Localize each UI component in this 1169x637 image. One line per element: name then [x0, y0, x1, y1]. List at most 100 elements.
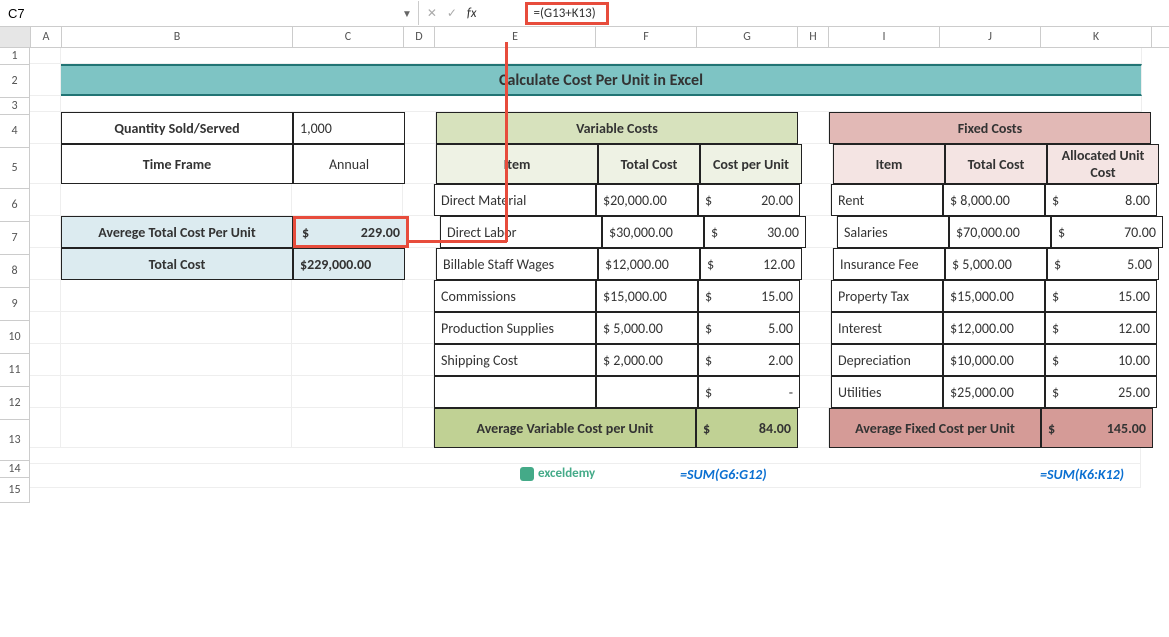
fix-unit[interactable]: $8.00 [1052, 192, 1150, 209]
fix-total[interactable]: $70,000.00 [950, 217, 1062, 247]
fix-total-label: Average Fixed Cost per Unit [830, 409, 1040, 447]
fix-h-total: Total Cost [946, 145, 1046, 183]
name-box-wrap: ▼ [0, 1, 419, 25]
fix-total[interactable]: $ 5,000.00 [946, 249, 1058, 279]
col-C[interactable]: C [293, 27, 404, 47]
cancel-icon[interactable]: ✕ [423, 6, 441, 21]
var-unit[interactable]: $5.00 [705, 320, 793, 337]
fix-total[interactable]: $ 8,000.00 [944, 185, 1056, 215]
col-J[interactable]: J [940, 27, 1041, 47]
row-headers: 1 2 3 4 5 6 7 8 9 10 11 12 13 14 15 [0, 48, 30, 503]
cells-area[interactable]: Calculate Cost Per Unit in Excel Quantit… [30, 48, 1169, 503]
col-H[interactable]: H [798, 27, 829, 47]
row-15[interactable]: 15 [0, 478, 30, 503]
fix-unit[interactable]: $15.00 [1052, 288, 1150, 305]
watermark: exceldemy [520, 466, 595, 481]
fix-item[interactable]: Insurance Fee [834, 249, 944, 279]
row-11[interactable]: 11 [0, 354, 30, 387]
var-item[interactable]: Production Supplies [435, 313, 595, 343]
row-14[interactable]: 14 [0, 461, 30, 478]
formula-controls: ✕ ✓ fx [419, 6, 485, 21]
fix-unit[interactable]: $12.00 [1052, 320, 1150, 337]
col-E[interactable]: E [435, 27, 596, 47]
fix-total-value[interactable]: $145.00 [1048, 420, 1146, 437]
annotation-line-v [505, 42, 508, 242]
fix-unit[interactable]: $25.00 [1052, 384, 1150, 401]
timeframe-value[interactable]: Annual [294, 145, 404, 183]
formula-input[interactable]: =(G13+K13) [525, 2, 609, 25]
name-box[interactable] [0, 1, 396, 25]
row-6[interactable]: 6 [0, 189, 30, 222]
col-G[interactable]: G [697, 27, 798, 47]
var-unit[interactable]: $15.00 [705, 288, 793, 305]
fix-h-item: Item [834, 145, 944, 183]
select-all-corner[interactable] [0, 27, 31, 47]
var-unit[interactable]: $20.00 [705, 192, 793, 209]
fix-item[interactable]: Property Tax [832, 281, 942, 311]
var-h-item: Item [437, 145, 597, 183]
row-13[interactable]: 13 [0, 420, 30, 461]
var-total[interactable]: $ 5,000.00 [597, 313, 709, 343]
col-F[interactable]: F [596, 27, 697, 47]
row-5[interactable]: 5 [0, 148, 30, 189]
fixed-costs-title: Fixed Costs [830, 113, 1150, 143]
row-10[interactable]: 10 [0, 321, 30, 354]
row-12[interactable]: 12 [0, 387, 30, 420]
row-3[interactable]: 3 [0, 98, 30, 115]
qty-label: Quantity Sold/Served [62, 113, 292, 143]
spreadsheet-grid: A B C D E F G H I J K 1 2 3 4 5 6 7 8 9 … [0, 27, 1169, 503]
row-9[interactable]: 9 [0, 288, 30, 321]
var-total-value[interactable]: $84.00 [703, 420, 791, 437]
var-total[interactable]: $ 2,000.00 [597, 345, 709, 375]
col-K[interactable]: K [1041, 27, 1152, 47]
var-item[interactable]: Billable Staff Wages [437, 249, 597, 279]
fix-unit[interactable]: $70.00 [1058, 224, 1156, 241]
var-item[interactable]: Commissions [435, 281, 595, 311]
var-h-total: Total Cost [599, 145, 699, 183]
var-unit[interactable]: $30.00 [711, 224, 799, 241]
fix-unit[interactable]: $5.00 [1054, 256, 1152, 273]
fix-item[interactable]: Depreciation [832, 345, 942, 375]
total-cost-value[interactable]: $229,000.00 [294, 249, 416, 279]
var-item[interactable]: Shipping Cost [435, 345, 595, 375]
fix-total[interactable]: $15,000.00 [944, 281, 1056, 311]
var-item[interactable] [435, 377, 595, 407]
row-8[interactable]: 8 [0, 255, 30, 288]
timeframe-label: Time Frame [62, 145, 292, 183]
fix-h-unit: Allocated Unit Cost [1048, 145, 1158, 183]
enter-icon[interactable]: ✓ [443, 6, 461, 21]
qty-value[interactable]: 1,000 [294, 113, 416, 143]
var-total[interactable]: $12,000.00 [599, 249, 711, 279]
row-4[interactable]: 4 [0, 115, 30, 148]
fix-item[interactable]: Salaries [838, 217, 948, 247]
col-B[interactable]: B [62, 27, 293, 47]
var-h-unit: Cost per Unit [701, 145, 801, 183]
fix-item[interactable]: Interest [832, 313, 942, 343]
row-7[interactable]: 7 [0, 222, 30, 255]
var-total[interactable]: $15,000.00 [597, 281, 709, 311]
variable-costs-title: Variable Costs [437, 113, 797, 143]
col-I[interactable]: I [829, 27, 940, 47]
column-headers: A B C D E F G H I J K [0, 27, 1169, 48]
row-1[interactable]: 1 [0, 48, 30, 65]
var-total[interactable]: $30,000.00 [603, 217, 715, 247]
fix-total[interactable]: $25,000.00 [944, 377, 1056, 407]
var-unit[interactable]: $2.00 [705, 352, 793, 369]
var-unit[interactable]: $12.00 [707, 256, 795, 273]
fx-icon[interactable]: fx [463, 6, 481, 21]
fix-total[interactable]: $10,000.00 [944, 345, 1056, 375]
fix-total[interactable]: $12,000.00 [944, 313, 1056, 343]
page-title: Calculate Cost Per Unit in Excel [61, 64, 1142, 96]
fix-item[interactable]: Utilities [832, 377, 942, 407]
col-A[interactable]: A [31, 27, 62, 47]
var-unit[interactable]: $- [705, 384, 793, 401]
var-total[interactable]: $20,000.00 [597, 185, 709, 215]
col-D[interactable]: D [404, 27, 435, 47]
var-total[interactable] [597, 377, 709, 407]
fix-item[interactable]: Rent [832, 185, 942, 215]
fix-unit[interactable]: $10.00 [1052, 352, 1150, 369]
row-2[interactable]: 2 [0, 65, 30, 98]
avg-cost-value[interactable]: $229.00 [302, 224, 400, 241]
var-item[interactable]: Direct Material [435, 185, 595, 215]
name-box-dropdown-icon[interactable]: ▼ [396, 7, 418, 20]
